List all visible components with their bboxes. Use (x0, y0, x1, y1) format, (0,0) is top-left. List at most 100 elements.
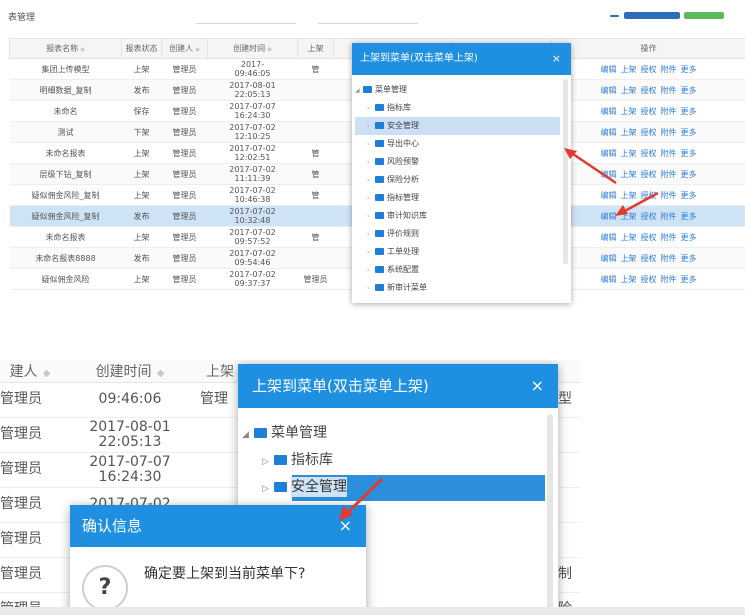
action-link[interactable]: 上架 (621, 128, 637, 137)
caret-right-icon[interactable]: › (367, 172, 375, 190)
tree-node[interactable]: › 系统配置 (355, 261, 560, 279)
action-link[interactable]: 上架 (621, 254, 637, 263)
filter-field[interactable] (196, 14, 296, 24)
action-link[interactable]: 附件 (661, 128, 677, 137)
tree-node[interactable]: › 指标管理 (355, 189, 560, 207)
caret-down-icon[interactable]: ◢ (355, 82, 363, 100)
tree-node[interactable]: › 新审计菜单 (355, 279, 560, 297)
toolbar-button[interactable] (624, 12, 680, 19)
caret-right-icon[interactable]: › (367, 190, 375, 208)
action-link[interactable]: 附件 (661, 212, 677, 221)
action-link[interactable]: 更多 (681, 65, 697, 74)
tree-node[interactable]: › 风险预警 (355, 153, 560, 171)
filter-field[interactable] (318, 14, 418, 24)
caret-right-icon[interactable]: › (367, 280, 375, 298)
action-link[interactable]: 上架 (621, 65, 637, 74)
caret-right-icon[interactable]: ▷ (262, 449, 274, 476)
action-link[interactable]: 上架 (621, 212, 637, 221)
action-link[interactable]: 更多 (681, 275, 697, 284)
action-link[interactable]: 更多 (681, 107, 697, 116)
action-link[interactable]: 上架 (621, 170, 637, 179)
caret-right-icon[interactable]: › (367, 244, 375, 262)
action-link[interactable]: 授权 (641, 212, 657, 221)
action-link[interactable]: 附件 (661, 65, 677, 74)
tree-node[interactable]: › 评价规则 (355, 225, 560, 243)
action-link[interactable]: 附件 (661, 233, 677, 242)
tree-node[interactable]: › 保险分析 (355, 171, 560, 189)
col-header-creator[interactable]: 创建人 ◆ (161, 38, 208, 59)
col-header-status[interactable]: 报表状态 (121, 38, 162, 59)
action-link[interactable]: 附件 (661, 254, 677, 263)
close-icon[interactable]: × (339, 505, 352, 547)
action-link[interactable]: 授权 (641, 170, 657, 179)
caret-right-icon[interactable]: › (367, 226, 375, 244)
action-link[interactable]: 更多 (681, 149, 697, 158)
col-header-created-time[interactable]: 创建时间 ◆ (60, 360, 200, 383)
col-header-created-time[interactable]: 创建时间 ◆ (207, 38, 298, 59)
action-link[interactable]: 授权 (641, 254, 657, 263)
scrollbar[interactable] (563, 79, 568, 264)
action-link[interactable]: 授权 (641, 128, 657, 137)
action-link[interactable]: 授权 (641, 65, 657, 74)
tree-node-selected[interactable]: ▷ 安全管理 (242, 474, 547, 501)
toolbar-button[interactable] (684, 12, 724, 19)
action-link[interactable]: 上架 (621, 275, 637, 284)
caret-right-icon[interactable]: › (367, 262, 375, 280)
action-link[interactable]: 编辑 (601, 275, 617, 284)
action-link[interactable]: 编辑 (601, 233, 617, 242)
action-link[interactable]: 上架 (621, 149, 637, 158)
tree-node-root[interactable]: ◢ 菜单管理 (355, 81, 560, 99)
action-link[interactable]: 编辑 (601, 128, 617, 137)
tree-node[interactable]: › 导出中心 (355, 135, 560, 153)
action-link[interactable]: 授权 (641, 233, 657, 242)
action-link[interactable]: 附件 (661, 275, 677, 284)
action-link[interactable]: 编辑 (601, 149, 617, 158)
action-link[interactable]: 编辑 (601, 254, 617, 263)
tree-node[interactable]: › 安全管理 (355, 117, 560, 135)
col-header-shelf[interactable]: 上架 (297, 38, 334, 59)
close-icon[interactable]: × (531, 364, 544, 408)
action-link[interactable]: 上架 (621, 107, 637, 116)
action-link[interactable]: 更多 (681, 170, 697, 179)
action-link[interactable]: 附件 (661, 86, 677, 95)
action-link[interactable]: 授权 (641, 275, 657, 284)
caret-right-icon[interactable]: › (367, 208, 375, 226)
tree-node[interactable]: › 指标库 (355, 99, 560, 117)
action-link[interactable]: 更多 (681, 191, 697, 200)
action-link[interactable]: 更多 (681, 212, 697, 221)
tree-node[interactable]: › 审计知识库 (355, 207, 560, 225)
action-link[interactable]: 编辑 (601, 65, 617, 74)
action-link[interactable]: 附件 (661, 191, 677, 200)
col-header-shelf[interactable]: 上架 (200, 360, 240, 383)
action-link[interactable]: 附件 (661, 149, 677, 158)
caret-right-icon[interactable]: ▷ (262, 476, 274, 503)
action-link[interactable]: 编辑 (601, 191, 617, 200)
action-link[interactable]: 编辑 (601, 86, 617, 95)
tree-node[interactable]: ▷ 指标库 (242, 447, 547, 474)
action-link[interactable]: 授权 (641, 191, 657, 200)
action-link[interactable]: 编辑 (601, 212, 617, 221)
action-link[interactable]: 上架 (621, 233, 637, 242)
action-link[interactable]: 附件 (661, 170, 677, 179)
action-link[interactable]: 上架 (621, 86, 637, 95)
action-link[interactable]: 授权 (641, 149, 657, 158)
caret-right-icon[interactable]: › (367, 154, 375, 172)
action-link[interactable]: 授权 (641, 107, 657, 116)
action-link[interactable]: 更多 (681, 254, 697, 263)
action-link[interactable]: 上架 (621, 191, 637, 200)
caret-right-icon[interactable]: › (367, 136, 375, 154)
action-link[interactable]: 编辑 (601, 170, 617, 179)
caret-right-icon[interactable]: › (367, 118, 375, 136)
caret-right-icon[interactable]: › (367, 100, 375, 118)
action-link[interactable]: 授权 (641, 86, 657, 95)
caret-down-icon[interactable]: ◢ (242, 422, 254, 449)
action-link[interactable]: 更多 (681, 86, 697, 95)
action-link[interactable]: 附件 (661, 107, 677, 116)
tree-node-root[interactable]: ◢ 菜单管理 (242, 420, 547, 447)
tree-node[interactable]: › 工单处理 (355, 243, 560, 261)
action-link[interactable]: 更多 (681, 128, 697, 137)
col-header-creator[interactable]: 建人 ◆ (0, 360, 60, 383)
scrollbar[interactable] (547, 414, 553, 614)
action-link[interactable]: 编辑 (601, 107, 617, 116)
close-icon[interactable]: × (552, 43, 561, 75)
